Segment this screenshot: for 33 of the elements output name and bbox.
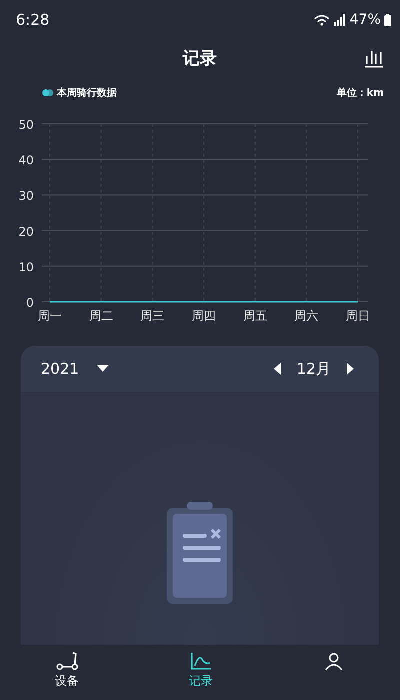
year-dropdown[interactable]: 2021 bbox=[41, 360, 110, 378]
y-tick-label: 50 bbox=[18, 118, 34, 132]
legend-marker-icon bbox=[42, 89, 54, 97]
y-tick-label: 30 bbox=[18, 189, 34, 204]
bar-chart-icon[interactable] bbox=[364, 48, 384, 68]
signal-icon bbox=[332, 14, 345, 26]
previous-month-icon[interactable] bbox=[272, 363, 283, 375]
battery-icon bbox=[384, 14, 392, 26]
x-tick-label: 周五 bbox=[243, 309, 268, 323]
y-tick-label: 20 bbox=[18, 224, 34, 239]
clock-time: 6:28 bbox=[16, 11, 50, 29]
unit-label: 单位：km bbox=[336, 86, 384, 100]
wifi-icon bbox=[314, 14, 330, 26]
battery-percent: 47% bbox=[350, 12, 381, 28]
legend-label: 本周骑行数据 bbox=[57, 86, 117, 100]
y-tick-label: 40 bbox=[18, 154, 34, 168]
month-label: 12月 bbox=[296, 360, 331, 378]
person-icon bbox=[323, 651, 345, 671]
y-tick-label: 10 bbox=[18, 260, 34, 274]
x-tick-label: 周日 bbox=[346, 309, 370, 323]
scooter-icon bbox=[56, 651, 78, 671]
page-title: 记录 bbox=[183, 48, 217, 70]
nav-tab[interactable]: 记录 bbox=[179, 645, 223, 700]
x-tick-label: 周三 bbox=[140, 309, 165, 323]
line-chart-icon bbox=[190, 651, 212, 671]
y-tick-label: 0 bbox=[26, 296, 34, 310]
next-month-icon[interactable] bbox=[345, 363, 355, 375]
x-tick-label: 周二 bbox=[89, 309, 114, 323]
x-tick-label: 周四 bbox=[192, 309, 216, 323]
x-tick-label: 周六 bbox=[294, 309, 319, 323]
x-tick-label: 周一 bbox=[38, 309, 62, 323]
caret-icon bbox=[97, 365, 110, 373]
nav-tab[interactable]: 设备 bbox=[45, 645, 89, 700]
